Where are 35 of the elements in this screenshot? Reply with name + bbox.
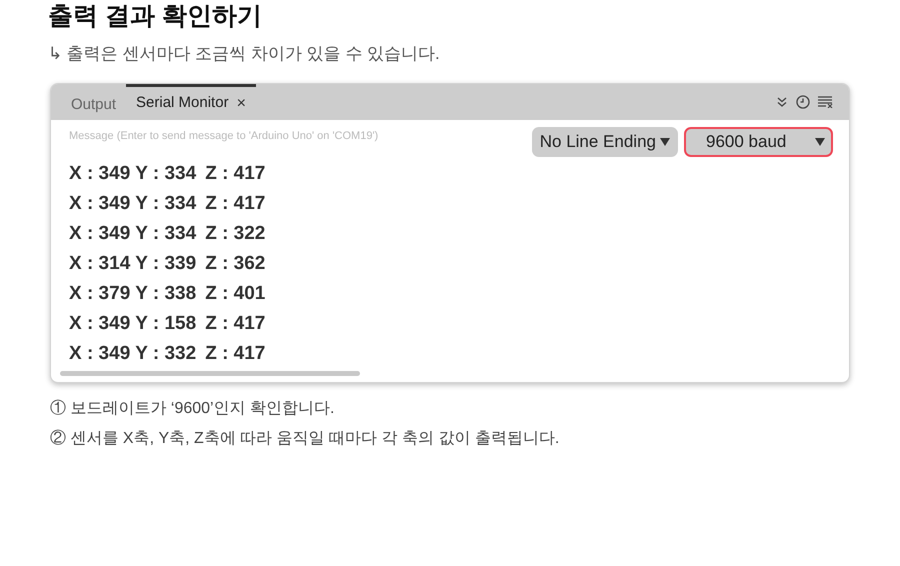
x-reading: X : 379 xyxy=(69,282,130,306)
scrollbar[interactable] xyxy=(60,371,360,376)
clock-icon[interactable] xyxy=(796,95,810,109)
y-reading: Y : 158 xyxy=(135,312,196,336)
y-reading: Y : 338 xyxy=(135,282,196,306)
tab[interactable]: Output xyxy=(61,84,126,120)
close-icon[interactable]: × xyxy=(236,92,246,116)
y-reading: Y : 339 xyxy=(135,252,196,276)
x-reading: X : 349 xyxy=(69,192,130,216)
y-reading: Y : 334 xyxy=(135,222,196,246)
clear-list-icon[interactable] xyxy=(818,96,833,108)
y-reading: Y : 334 xyxy=(135,192,196,216)
note-text: ② 센서를 X축, Y축, Z축에 따라 움직일 때마다 각 축의 값이 출력됩니다. xyxy=(50,429,560,449)
z-reading: Z : 417 xyxy=(205,342,266,366)
tab[interactable]: Serial Monitor × xyxy=(126,84,256,120)
y-reading: Y : 332 xyxy=(135,342,196,366)
x-reading: X : 349 xyxy=(69,312,130,336)
z-reading: Z : 401 xyxy=(205,282,266,306)
message-field[interactable]: Message (Enter to send message to 'Arduino Uno' on 'COM19') xyxy=(69,127,532,145)
dropdown[interactable]: No Line Ending xyxy=(532,127,678,157)
note-text: ① 보드레이트가 ‘9600’인지 확인합니다. xyxy=(50,399,334,419)
y-reading: Y : 334 xyxy=(135,162,196,186)
x-reading: X : 349 xyxy=(69,162,130,186)
dropdown[interactable]: 9600 baud xyxy=(684,127,833,157)
page-title: 출력 결과 확인하기 xyxy=(48,1,262,32)
x-reading: X : 349 xyxy=(69,342,130,366)
z-reading: Z : 417 xyxy=(205,162,266,186)
x-reading: X : 349 xyxy=(69,222,130,246)
z-reading: Z : 417 xyxy=(205,312,266,336)
z-reading: Z : 362 xyxy=(205,252,266,276)
z-reading: Z : 322 xyxy=(205,222,266,246)
double-chevron-icon[interactable] xyxy=(776,96,788,108)
z-reading: Z : 417 xyxy=(205,192,266,216)
subtitle: ↳ 출력은 센서마다 조금씩 차이가 있을 수 있습니다. xyxy=(48,43,440,65)
x-reading: X : 314 xyxy=(69,252,130,276)
